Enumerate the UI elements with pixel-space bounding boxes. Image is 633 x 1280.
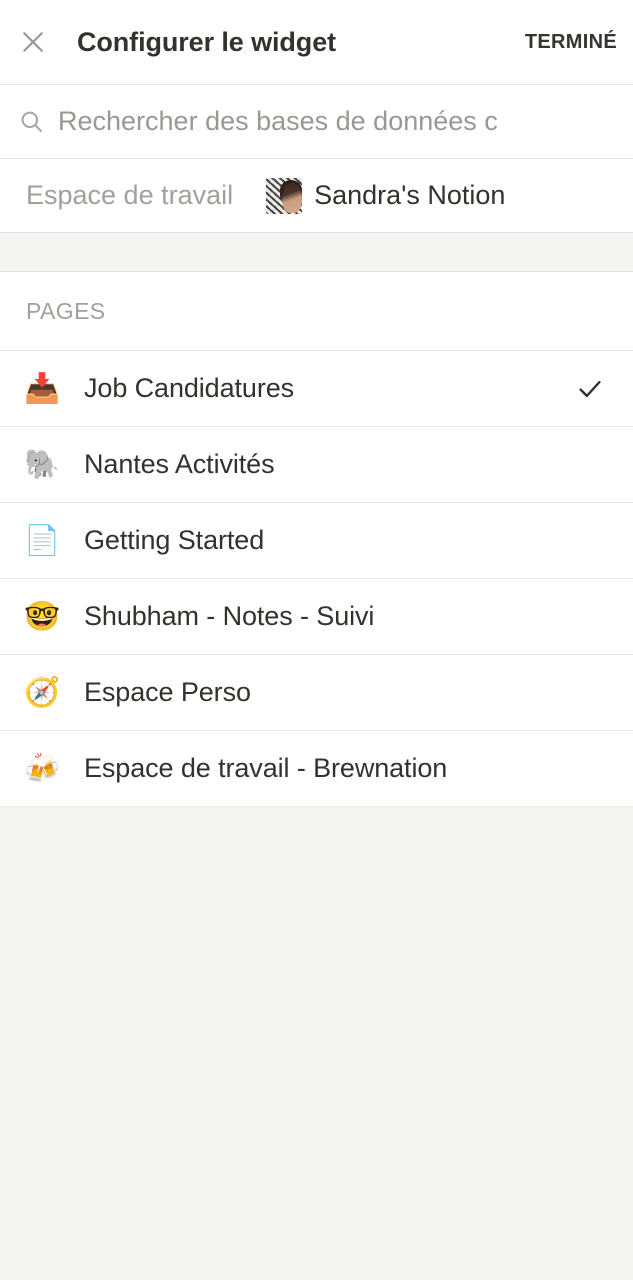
search-input[interactable] (58, 106, 633, 137)
nerd-face-emoji: 🤓 (23, 599, 61, 633)
list-item[interactable]: 🧭 Espace Perso (0, 655, 633, 731)
clinking-beer-mugs-emoji: 🍻 (23, 751, 61, 785)
list-item[interactable]: 🐘 Nantes Activités (0, 427, 633, 503)
search-bar[interactable] (0, 85, 633, 159)
avatar (266, 177, 303, 214)
elephant-emoji: 🐘 (23, 447, 61, 481)
compass-emoji: 🧭 (23, 675, 61, 709)
workspace-name: Sandra's Notion (314, 180, 506, 210)
workspace-selector-row[interactable]: Espace de travail Sandra's Notion (0, 159, 633, 232)
done-button[interactable]: TERMINÉ (525, 0, 617, 85)
list-item[interactable]: 🤓 Shubham - Notes - Suivi (0, 579, 633, 655)
close-icon (18, 27, 48, 57)
configure-widget-screen: Configurer le widget TERMINÉ Espace de t… (0, 0, 633, 1280)
pages-section-header: PAGES (0, 272, 633, 351)
list-item-label: Espace Perso (84, 677, 251, 707)
inbox-tray-emoji: 📥 (23, 371, 61, 405)
close-button[interactable] (0, 0, 66, 85)
list-item[interactable]: 🍻 Espace de travail - Brewnation (0, 731, 633, 807)
list-item-label: Espace de travail - Brewnation (84, 753, 448, 783)
section-spacer (0, 232, 633, 272)
list-item-label: Nantes Activités (84, 449, 275, 479)
pages-list: 📥 Job Candidatures 🐘 Nantes Activités 📄 … (0, 351, 633, 807)
list-item[interactable]: 📄 Getting Started (0, 503, 633, 579)
list-item-label: Shubham - Notes - Suivi (84, 601, 375, 631)
search-icon (0, 108, 62, 135)
workspace-value-group[interactable]: Sandra's Notion (266, 177, 506, 214)
list-item-label: Getting Started (84, 525, 265, 555)
header-bar: Configurer le widget TERMINÉ (0, 0, 633, 85)
empty-area (0, 807, 633, 1280)
page-facing-up-emoji: 📄 (23, 523, 61, 557)
list-item-label: Job Candidatures (84, 373, 295, 403)
page-title: Configurer le widget (77, 26, 337, 57)
list-item[interactable]: 📥 Job Candidatures (0, 351, 633, 427)
workspace-label: Espace de travail (26, 180, 234, 210)
pages-section-label: PAGES (26, 297, 106, 324)
check-icon (575, 374, 605, 404)
